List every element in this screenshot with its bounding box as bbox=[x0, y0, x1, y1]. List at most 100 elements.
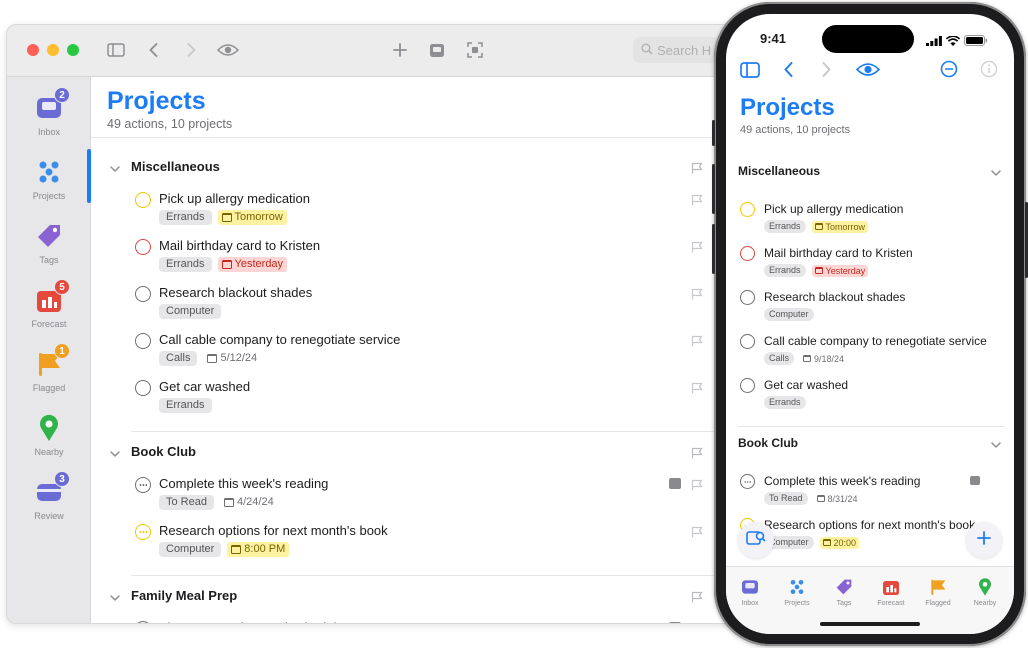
status-circle[interactable] bbox=[740, 378, 755, 393]
task-row: Research blackout shades Computer bbox=[726, 290, 1014, 334]
calendar-icon bbox=[814, 267, 823, 274]
status-circle[interactable] bbox=[135, 239, 151, 255]
sidebar-item-flagged[interactable]: 1 Flagged bbox=[7, 339, 91, 399]
sidebar-item-projects[interactable]: Projects bbox=[7, 147, 91, 207]
task-title: Research blackout shades bbox=[764, 290, 906, 304]
flag-icon[interactable] bbox=[691, 446, 703, 459]
task-title: Research blackout shades bbox=[159, 285, 313, 300]
tag-badge: To Read bbox=[159, 495, 214, 510]
status-circle[interactable] bbox=[740, 290, 755, 305]
calendar-icon bbox=[822, 539, 831, 546]
status-icons bbox=[926, 33, 988, 51]
task-meta: To Read 8/31/24 bbox=[764, 492, 861, 505]
status-circle[interactable] bbox=[740, 474, 755, 489]
flag-icon[interactable] bbox=[691, 161, 703, 174]
tab-nearby[interactable]: Nearby bbox=[965, 577, 1005, 607]
tags-icon bbox=[834, 577, 854, 597]
status-circle[interactable] bbox=[135, 524, 151, 540]
back-icon[interactable] bbox=[145, 37, 161, 63]
flag-icon[interactable] bbox=[691, 590, 703, 603]
flag-icon[interactable] bbox=[691, 287, 703, 300]
chevron-down-icon[interactable] bbox=[990, 166, 1001, 176]
status-circle[interactable] bbox=[135, 333, 151, 349]
tab-label: Inbox bbox=[741, 600, 759, 607]
project-title: Miscellaneous bbox=[738, 164, 821, 178]
minimize-window-button[interactable] bbox=[47, 44, 59, 56]
zoom-window-button[interactable] bbox=[67, 44, 79, 56]
note-icon[interactable] bbox=[970, 476, 980, 485]
forward-icon[interactable] bbox=[183, 37, 199, 63]
due-date-text: 8/31/24 bbox=[827, 493, 858, 504]
forward-icon[interactable] bbox=[822, 62, 831, 82]
sidebar-toggle-icon[interactable] bbox=[105, 37, 127, 63]
back-icon[interactable] bbox=[784, 62, 793, 82]
sidebar-toggle-icon[interactable] bbox=[740, 62, 760, 83]
tab-flagged[interactable]: Flagged bbox=[918, 577, 958, 607]
chevron-down-icon[interactable] bbox=[109, 162, 121, 174]
group-divider bbox=[738, 426, 1004, 427]
flag-icon[interactable] bbox=[691, 478, 703, 491]
tag-badge: Computer bbox=[159, 542, 222, 557]
flag-icon[interactable] bbox=[691, 240, 703, 253]
tab-tags[interactable]: Tags bbox=[824, 577, 864, 607]
focus-icon[interactable] bbox=[465, 37, 485, 63]
sidebar-item-label: Tags bbox=[39, 255, 59, 265]
inbox-icon bbox=[740, 577, 760, 597]
tab-projects[interactable]: Projects bbox=[777, 577, 817, 607]
cellular-signal-icon bbox=[926, 33, 942, 51]
projects-icon bbox=[787, 577, 807, 597]
task-meta: Calls 5/12/24 bbox=[159, 351, 261, 366]
task-meta: Errands Yesterday bbox=[764, 264, 869, 277]
chevron-down-icon[interactable] bbox=[109, 447, 121, 459]
due-date-text: Tomorrow bbox=[825, 221, 866, 232]
status-circle[interactable] bbox=[740, 246, 755, 261]
add-action-button[interactable] bbox=[966, 522, 1002, 558]
status-circle[interactable] bbox=[135, 380, 151, 396]
tab-forecast[interactable]: Forecast bbox=[871, 577, 911, 607]
chevron-down-icon[interactable] bbox=[109, 591, 121, 603]
filter-icon[interactable] bbox=[940, 60, 958, 83]
due-date-text: 5/12/24 bbox=[220, 352, 258, 364]
view-options-eye-icon[interactable] bbox=[215, 37, 241, 63]
search-placeholder: Search H bbox=[657, 42, 712, 58]
tab-label: Projects bbox=[784, 600, 810, 607]
sidebar-item-nearby[interactable]: Nearby bbox=[7, 403, 91, 463]
tag-badge: Errands bbox=[159, 398, 212, 413]
status-circle[interactable] bbox=[135, 286, 151, 302]
task-title: Call cable company to renegotiate servic… bbox=[159, 332, 401, 347]
task-meta: Calls 9/18/24 bbox=[764, 352, 847, 365]
inbox-tray-icon[interactable] bbox=[427, 37, 447, 63]
chevron-down-icon[interactable] bbox=[990, 438, 1001, 448]
flag-icon[interactable] bbox=[691, 334, 703, 347]
sidebar-item-forecast[interactable]: 5 Forecast bbox=[7, 275, 91, 335]
status-time: 9:41 bbox=[760, 31, 787, 46]
mac-window: Search H 2 Inbox Projects Tags 5 Forecast 1 Fla… bbox=[6, 24, 766, 624]
status-circle[interactable] bbox=[740, 334, 755, 349]
note-icon[interactable] bbox=[669, 478, 681, 489]
view-options-eye-icon[interactable] bbox=[855, 62, 881, 82]
close-window-button[interactable] bbox=[27, 44, 39, 56]
tag-badge: Errands bbox=[764, 264, 806, 277]
task-meta: Errands bbox=[159, 398, 212, 413]
task-row: Mail birthday card to Kristen Errands Yest… bbox=[726, 246, 1014, 290]
flag-icon[interactable] bbox=[691, 622, 703, 623]
status-circle[interactable] bbox=[740, 202, 755, 217]
flag-icon[interactable] bbox=[691, 193, 703, 206]
phone-nav-bar bbox=[726, 58, 1014, 84]
flag-icon[interactable] bbox=[691, 525, 703, 538]
status-circle[interactable] bbox=[135, 477, 151, 493]
quick-open-button[interactable] bbox=[738, 522, 774, 558]
note-icon[interactable] bbox=[669, 622, 681, 623]
add-icon[interactable] bbox=[391, 37, 409, 63]
info-icon[interactable] bbox=[980, 60, 998, 83]
sidebar-item-tags[interactable]: Tags bbox=[7, 211, 91, 271]
volume-down-button bbox=[712, 224, 715, 274]
flag-icon[interactable] bbox=[691, 381, 703, 394]
tab-inbox[interactable]: Inbox bbox=[730, 577, 770, 607]
status-circle[interactable] bbox=[135, 192, 151, 208]
sidebar-item-review[interactable]: 3 Review bbox=[7, 467, 91, 527]
task-title: Call cable company to renegotiate servic… bbox=[764, 334, 987, 348]
due-date: Yesterday bbox=[217, 257, 288, 272]
sidebar-item-inbox[interactable]: 2 Inbox bbox=[7, 83, 91, 143]
status-circle[interactable] bbox=[135, 621, 151, 623]
